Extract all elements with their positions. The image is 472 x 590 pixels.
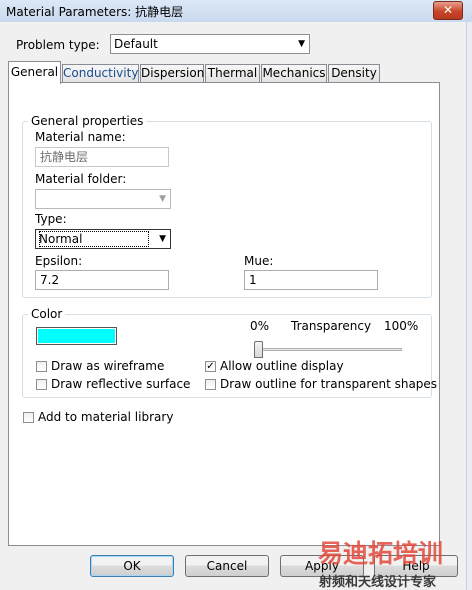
epsilon-field[interactable]: 7.2 (35, 270, 169, 290)
color-swatch-button[interactable] (36, 327, 117, 345)
transparency-slider-thumb[interactable] (254, 341, 263, 358)
problem-type-select[interactable]: Default ▼ (110, 34, 310, 54)
chevron-down-icon: ▼ (159, 234, 166, 244)
type-select[interactable]: Normal ▼ (35, 229, 171, 249)
tab-dispersion[interactable]: Dispersion (140, 64, 204, 82)
transparency-slider-track[interactable] (254, 348, 402, 351)
tab-density-label: Density (331, 66, 377, 80)
allow-outline-label: Allow outline display (220, 359, 344, 373)
problem-type-label: Problem type: (16, 38, 100, 52)
mue-field[interactable]: 1 (244, 270, 378, 290)
material-name-label: Material name: (35, 130, 126, 144)
tab-conductivity[interactable]: Conductivity (62, 64, 139, 82)
chevron-down-icon: ▼ (159, 194, 166, 204)
transparency-max-label: 100% (384, 319, 419, 333)
window-right-edge (466, 22, 472, 590)
tab-general[interactable]: General (8, 61, 61, 84)
chevron-down-icon: ▼ (298, 39, 305, 49)
general-properties-title: General properties (28, 114, 147, 128)
tab-dispersion-label: Dispersion (141, 66, 205, 80)
draw-wireframe-checkbox[interactable] (36, 361, 47, 372)
draw-wireframe-label: Draw as wireframe (51, 359, 165, 373)
draw-outline-transparent-label: Draw outline for transparent shapes (220, 377, 438, 391)
mue-label: Mue: (244, 254, 274, 268)
checkmark-icon: ✓ (206, 361, 215, 372)
type-value: Normal (39, 231, 149, 247)
allow-outline-checkbox[interactable]: ✓ (205, 361, 216, 372)
draw-reflective-checkbox[interactable] (36, 379, 47, 390)
close-button[interactable]: ✕ (433, 1, 463, 20)
tab-mechanics[interactable]: Mechanics (261, 64, 327, 82)
color-group-title: Color (28, 307, 66, 321)
tab-general-label: General (10, 65, 59, 79)
cancel-button[interactable]: Cancel (185, 555, 269, 577)
watermark-slogan: 射频和天线设计专家 (319, 575, 437, 590)
watermark-logo-text: 易迪拓培训 (318, 539, 444, 568)
problem-type-value: Default (114, 37, 158, 51)
draw-outline-transparent-checkbox[interactable] (205, 379, 216, 390)
close-icon: ✕ (442, 3, 454, 17)
type-label: Type: (35, 212, 67, 226)
material-folder-select[interactable]: ▼ (35, 189, 171, 209)
transparency-label: Transparency (291, 319, 372, 333)
tab-mechanics-label: Mechanics (262, 66, 326, 80)
draw-reflective-label: Draw reflective surface (51, 377, 191, 391)
add-to-library-checkbox[interactable] (23, 412, 34, 423)
material-folder-label: Material folder: (35, 172, 127, 186)
material-name-field[interactable]: 抗静电层 (35, 147, 169, 167)
window-title: Material Parameters: 抗静电层 (6, 5, 184, 19)
add-to-library-label: Add to material library (38, 410, 174, 424)
tab-conductivity-label: Conductivity (63, 66, 139, 80)
title-bar: Material Parameters: 抗静电层 ✕ (0, 0, 472, 23)
transparency-min-label: 0% (250, 319, 270, 333)
epsilon-label: Epsilon: (35, 254, 83, 268)
tab-thermal-label: Thermal (207, 66, 258, 80)
tab-thermal[interactable]: Thermal (205, 64, 260, 82)
tab-density[interactable]: Density (328, 64, 380, 82)
ok-button[interactable]: OK (90, 555, 174, 577)
